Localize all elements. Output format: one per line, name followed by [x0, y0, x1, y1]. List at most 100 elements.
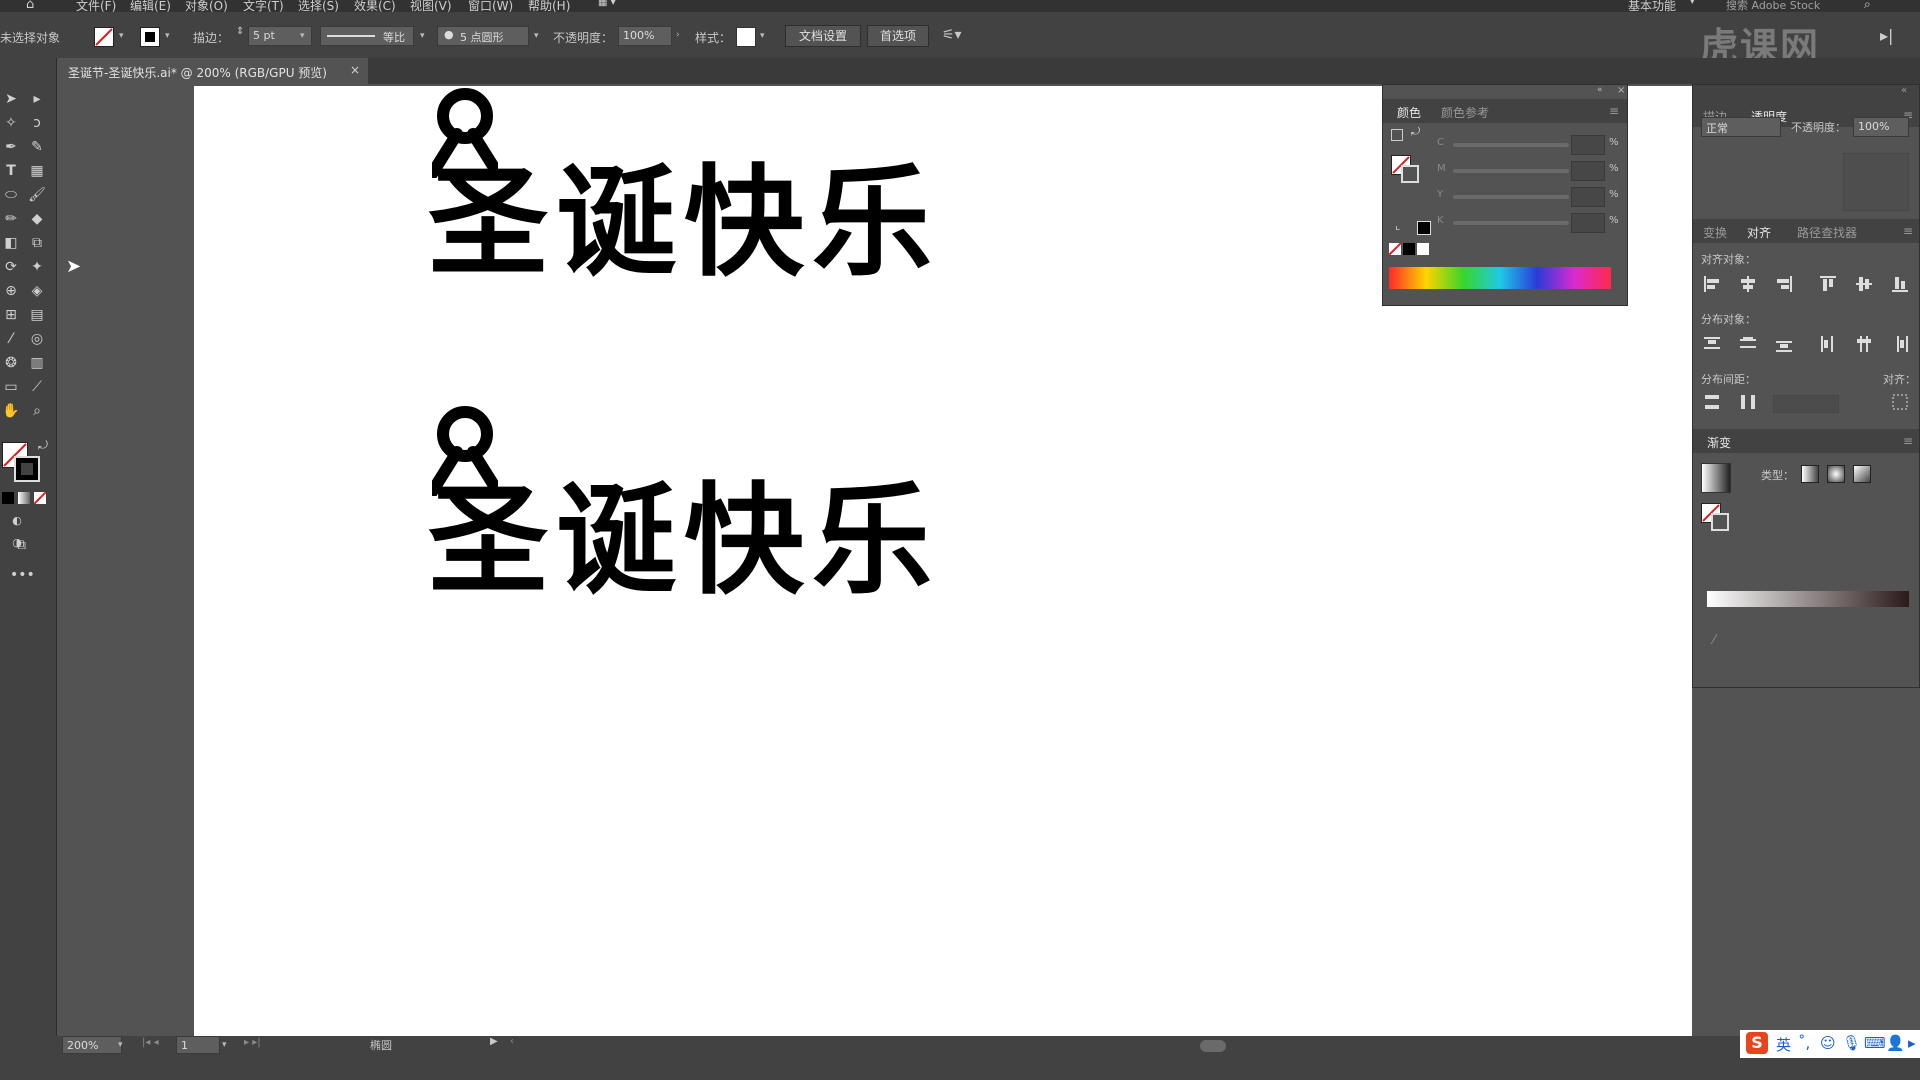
none-swatch[interactable]: [1388, 242, 1402, 256]
opacity-input[interactable]: 100%: [1853, 117, 1909, 137]
none-mode-icon[interactable]: [33, 491, 47, 505]
document-setup-button[interactable]: 文档设置: [785, 25, 861, 47]
sogou-ime-icon[interactable]: S: [1746, 1032, 1768, 1054]
vertical-spacing-icon[interactable]: [1701, 391, 1723, 413]
document-tab[interactable]: 圣诞节-圣诞快乐.ai* @ 200% (RGB/GPU 预览) ×: [56, 58, 368, 84]
brush-definition[interactable]: ● 5 点圆形: [437, 26, 529, 46]
stroke-swatch[interactable]: [140, 27, 160, 47]
artboard-number-select[interactable]: 1: [176, 1036, 220, 1054]
align-top-icon[interactable]: [1817, 273, 1839, 295]
opacity-input[interactable]: 100%: [618, 26, 672, 46]
align-to-selection-icon[interactable]: [1889, 391, 1911, 413]
default-colors-icon[interactable]: [1391, 129, 1403, 141]
gradient-eyedropper-icon[interactable]: ⁄: [1713, 633, 1715, 648]
fill-swatch[interactable]: [94, 27, 114, 47]
black-swatch[interactable]: [1403, 243, 1415, 255]
lasso-tool-icon[interactable]: ↄ: [26, 112, 48, 134]
zoom-tool-icon[interactable]: ⌕: [26, 400, 48, 422]
gradient-tool-icon[interactable]: ▤: [26, 304, 48, 326]
home-icon[interactable]: ⌂: [26, 0, 34, 12]
gradient-preview-swatch[interactable]: [1701, 463, 1731, 493]
align-horizontal-center-icon[interactable]: [1737, 273, 1759, 295]
artboard-tool-icon[interactable]: ▭: [0, 376, 22, 398]
menu-effect[interactable]: 效果(C): [354, 0, 396, 12]
microphone-icon[interactable]: 🎙: [1842, 1034, 1861, 1052]
tab-align[interactable]: 对齐: [1747, 224, 1771, 241]
panel-menu-icon[interactable]: ≡: [1903, 224, 1913, 238]
pen-tool-icon[interactable]: ✒: [0, 136, 22, 158]
more-tools-icon[interactable]: •••: [10, 564, 35, 586]
menu-window[interactable]: 窗口(W): [468, 0, 513, 12]
draw-mode-icon[interactable]: ◐ ◑: [6, 510, 28, 549]
panel-menu-icon[interactable]: ≡: [1609, 104, 1619, 118]
horizontal-spacing-icon[interactable]: [1737, 391, 1759, 413]
align-right-icon[interactable]: [1773, 273, 1795, 295]
preferences-button[interactable]: 首选项: [867, 25, 929, 47]
horizontal-scrollbar-thumb[interactable]: [1200, 1040, 1226, 1052]
distribute-vertical-center-icon[interactable]: [1737, 333, 1759, 355]
puppet-warp-icon[interactable]: ✦: [26, 256, 48, 278]
chevron-down-icon[interactable]: ▾: [222, 1040, 227, 1050]
close-icon[interactable]: ×: [1617, 85, 1625, 96]
stroke-color-box[interactable]: [14, 456, 40, 482]
artboard-nav-first-icon[interactable]: |◂ ◂: [142, 1037, 159, 1048]
eyedropper-icon[interactable]: ⁄: [0, 328, 22, 350]
reflect-tool-icon[interactable]: ◧: [0, 232, 22, 254]
tab-color-guide[interactable]: 颜色参考: [1441, 104, 1489, 121]
chevron-down-icon[interactable]: ▾: [420, 31, 425, 41]
stock-search-input[interactable]: 搜索 Adobe Stock: [1726, 0, 1820, 12]
hand-tool-icon[interactable]: ✋: [0, 400, 22, 422]
channel-y-input[interactable]: [1571, 187, 1605, 207]
tab-color[interactable]: 颜色: [1397, 104, 1421, 121]
distribute-top-icon[interactable]: [1701, 333, 1723, 355]
keyboard-icon[interactable]: ⌨: [1864, 1034, 1886, 1052]
menu-object[interactable]: 对象(O): [185, 0, 228, 12]
artboard-nav-next-icon[interactable]: ▸ ▸|: [244, 1037, 261, 1048]
close-icon[interactable]: ×: [350, 63, 360, 77]
tab-transform[interactable]: 变换: [1703, 224, 1727, 241]
fill-dropdown-icon[interactable]: ▾: [119, 31, 124, 41]
arrange-documents-icon[interactable]: ⚟▾: [942, 27, 962, 43]
freeform-gradient-icon[interactable]: [1853, 465, 1871, 483]
distribute-right-icon[interactable]: [1889, 333, 1911, 355]
selection-tool-icon[interactable]: ➤: [0, 88, 22, 110]
stroke-swatch[interactable]: [1401, 165, 1419, 183]
stroke-dropdown-icon[interactable]: ▾: [165, 31, 170, 41]
swap-colors-icon[interactable]: ⤾: [32, 434, 54, 456]
black-swatch[interactable]: [1417, 221, 1431, 235]
tab-pathfinder[interactable]: 路径查找器: [1797, 224, 1857, 241]
panel-menu-icon[interactable]: ≡: [1903, 434, 1913, 448]
menu-edit[interactable]: 编辑(E): [130, 0, 171, 12]
workspace-selector[interactable]: 基本功能: [1628, 0, 1676, 12]
channel-c-input[interactable]: [1571, 135, 1605, 155]
magic-wand-icon[interactable]: ✧: [0, 112, 22, 134]
menu-type[interactable]: 文字(T): [243, 0, 284, 12]
channel-c-slider[interactable]: [1453, 143, 1569, 147]
chevron-down-icon[interactable]: ▾: [300, 31, 305, 41]
pencil-tool-icon[interactable]: ✏: [0, 208, 22, 230]
screen-mode-icon[interactable]: ⧉: [10, 534, 32, 556]
chevron-down-icon[interactable]: ▾: [118, 1040, 123, 1050]
ime-language-indicator[interactable]: 英: [1776, 1034, 1791, 1055]
workspace-switcher-icon[interactable]: ▦ ▾: [598, 0, 616, 8]
symbol-sprayer-icon[interactable]: ❂: [0, 352, 22, 374]
artwork-title-bottom[interactable]: 圣诞快乐: [428, 472, 940, 612]
gradient-slider[interactable]: [1707, 591, 1909, 607]
chevron-right-icon[interactable]: ›: [676, 30, 680, 40]
scale-tool-icon[interactable]: ⧉: [26, 232, 48, 254]
ellipse-tool-icon[interactable]: ⬭: [0, 184, 22, 206]
collapse-icon[interactable]: «: [1901, 85, 1907, 96]
stroke-stepper-icon[interactable]: ⇕: [236, 26, 244, 37]
white-swatch[interactable]: [1417, 243, 1429, 255]
spacing-input[interactable]: [1773, 395, 1839, 413]
gradient-mode-icon[interactable]: [18, 492, 30, 504]
live-paint-icon[interactable]: ◈: [26, 280, 48, 302]
grid-tool-icon[interactable]: ▦: [26, 160, 48, 182]
blend-tool-icon[interactable]: ◎: [26, 328, 48, 350]
channel-y-slider[interactable]: [1453, 195, 1569, 199]
swap-colors-icon[interactable]: ⤾: [1411, 125, 1420, 139]
sidebar-toggle-icon[interactable]: ▸|: [1880, 26, 1893, 45]
search-icon[interactable]: ⌕: [1864, 0, 1871, 12]
menu-file[interactable]: 文件(F): [76, 0, 116, 12]
user-icon[interactable]: 👤: [1886, 1034, 1905, 1052]
